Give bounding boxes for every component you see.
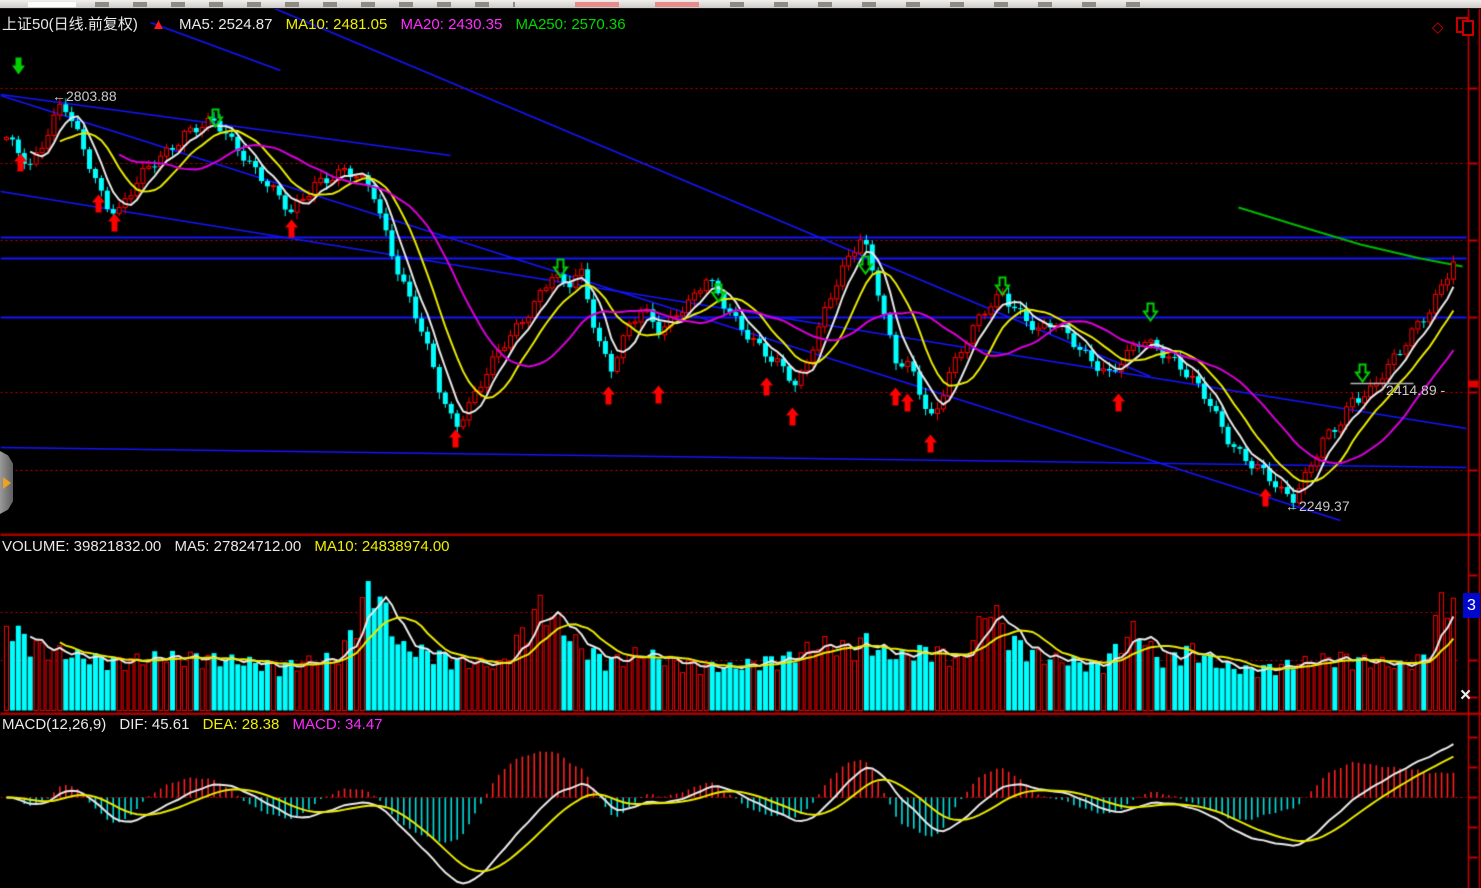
- volume-header: VOLUME: 39821832.00 MA5: 27824712.00 MA1…: [2, 538, 459, 555]
- chart-canvas[interactable]: [0, 0, 1481, 888]
- toolbar-fragment-red: [575, 2, 619, 7]
- macd-value: MACD: 34.47: [292, 716, 382, 733]
- main-chart-header: 上证50(日线.前复权) ▲ MA5: 2524.87 MA10: 2481.0…: [2, 13, 635, 34]
- diamond-icon[interactable]: ◇: [1432, 18, 1444, 36]
- macd-name: MACD(12,26,9): [2, 716, 106, 733]
- symbol-title: 上证50(日线.前复权): [2, 16, 138, 33]
- frame-front: [1462, 20, 1474, 36]
- panel-close-icon[interactable]: ×: [1460, 685, 1471, 707]
- left-panel-expander[interactable]: [0, 451, 13, 514]
- ma5-value: MA5: 2524.87: [179, 16, 272, 33]
- trading-terminal: 上证50(日线.前复权) ▲ MA5: 2524.87 MA10: 2481.0…: [0, 0, 1481, 888]
- dea-value: DEA: 28.38: [203, 716, 280, 733]
- toolbar-fragment: [730, 2, 1150, 7]
- toolbar-fragment-red: [655, 2, 699, 7]
- macd-header: MACD(12,26,9) DIF: 45.61 DEA: 28.38 MACD…: [2, 716, 392, 733]
- vol-ma10-value: MA10: 24838974.00: [314, 538, 449, 555]
- up-arrow-icon: ▲: [151, 16, 166, 33]
- ma10-value: MA10: 2481.05: [286, 16, 388, 33]
- volume-value: VOLUME: 39821832.00: [2, 538, 161, 555]
- ma20-value: MA20: 2430.35: [401, 16, 503, 33]
- high-price-label: ←2803.88: [52, 88, 117, 104]
- toolbar-fragment: [28, 2, 76, 7]
- ma250-value: MA250: 2570.36: [515, 16, 625, 33]
- hline-price-tag: 2414.89 -: [1386, 382, 1445, 398]
- low-price-label: ←2249.37: [1285, 498, 1350, 514]
- vol-ma5-value: MA5: 27824712.00: [174, 538, 301, 555]
- windows-icon[interactable]: [1456, 17, 1474, 35]
- scale-badge[interactable]: 3: [1463, 593, 1480, 618]
- toolbar-fragment: [95, 2, 515, 7]
- dif-value: DIF: 45.61: [119, 716, 189, 733]
- expander-arrow-icon: [3, 477, 11, 489]
